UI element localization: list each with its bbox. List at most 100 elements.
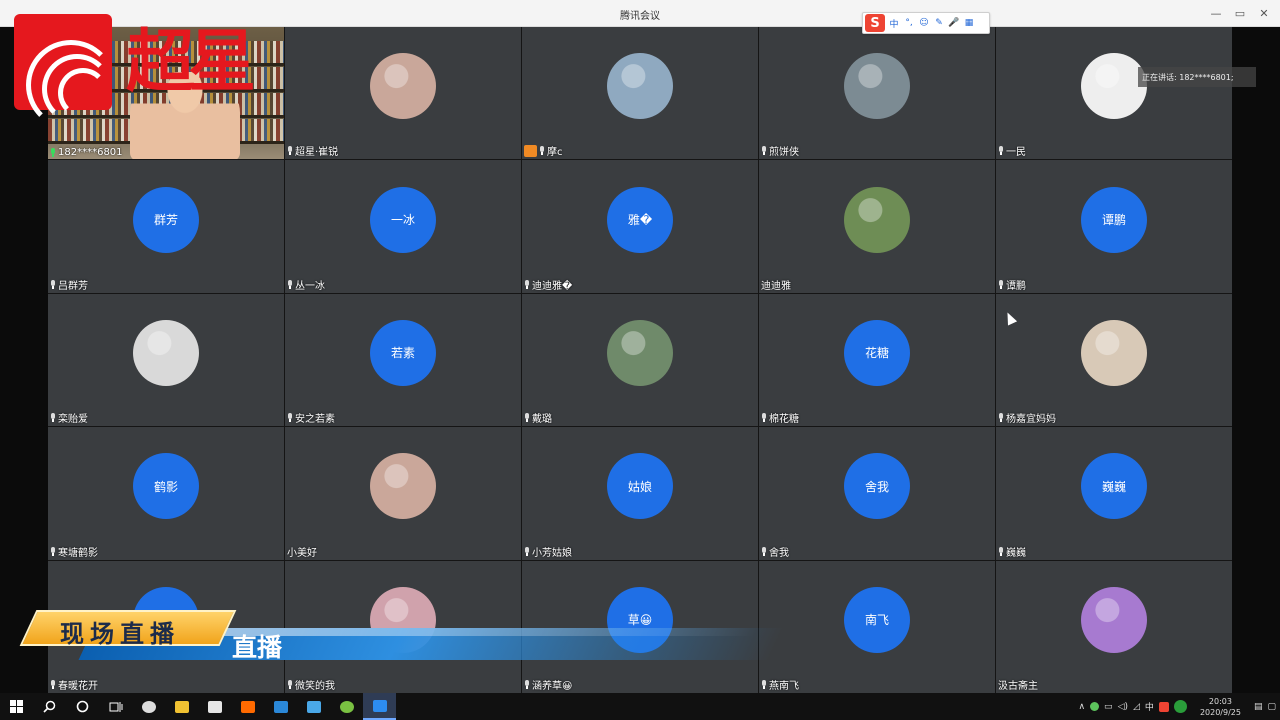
participant-name-label: 摩c: [524, 143, 563, 158]
participant-tile[interactable]: 一冰 丛一冰: [285, 160, 521, 293]
ime-lang[interactable]: 中: [888, 17, 900, 30]
ime-pen-icon[interactable]: ✎: [933, 18, 945, 28]
app-blue-icon[interactable]: [297, 693, 330, 720]
avatar: [844, 53, 910, 120]
app-1-icon[interactable]: [132, 693, 165, 720]
ime-menu-icon[interactable]: ▦: [963, 18, 975, 28]
windows-start-icon[interactable]: [0, 693, 33, 720]
mic-muted-icon: [50, 546, 56, 556]
participant-name: 182****6801: [58, 147, 123, 159]
cortana-icon[interactable]: [66, 693, 99, 720]
action-center-icon[interactable]: ▢: [1267, 702, 1276, 712]
mic-muted-icon: [524, 546, 530, 556]
file-explorer-icon[interactable]: [165, 693, 198, 720]
participant-tile[interactable]: 雅� 迪迪雅�: [522, 160, 758, 293]
participant-tile[interactable]: 群芳吕群芳: [48, 160, 284, 293]
search-icon[interactable]: [33, 693, 66, 720]
ime-emoji-icon[interactable]: ☺: [918, 18, 930, 28]
participant-tile[interactable]: 谭鹏 谭鹏: [996, 160, 1232, 293]
participant-tile[interactable]: 舍我 舍我: [759, 427, 995, 560]
avatar: 雅�: [607, 186, 673, 253]
avatar: 群芳: [133, 186, 199, 253]
participant-name: 棉花糖: [769, 414, 799, 426]
participant-name-label: 182****6801: [50, 147, 123, 158]
participant-tile[interactable]: 迪迪雅: [759, 160, 995, 293]
avatar: [370, 53, 436, 120]
sogou-logo-icon[interactable]: S: [865, 14, 885, 32]
mic-muted-icon: [50, 679, 56, 689]
avatar: [370, 453, 436, 520]
participant-name-label: 谭鹏: [998, 277, 1026, 292]
tray-ime-lang[interactable]: 中: [1145, 700, 1154, 713]
tencent-meeting-icon[interactable]: [363, 693, 396, 720]
participant-name: 汲古斋主: [998, 680, 1038, 692]
participant-name: 摩c: [547, 147, 563, 159]
avatar: 鹤影: [133, 453, 199, 520]
participant-name-label: 微笑的我: [287, 677, 335, 692]
tray-green-icon[interactable]: [1090, 702, 1100, 711]
tray-battery-icon[interactable]: ▭: [1104, 702, 1113, 712]
speaking-indicator: 正在讲话: 182****6801;: [1138, 67, 1256, 87]
participant-tile[interactable]: 花糖 棉花糖: [759, 293, 995, 427]
minimize-button[interactable]: —: [1206, 4, 1226, 22]
mic-muted-icon: [524, 279, 530, 289]
screen: 腾讯会议 — ▭ ✕ 182****6801 超星·崔锐 摩c 煎饼侠 一民 群芳 吕群芳一…: [0, 0, 1280, 720]
participant-tile[interactable]: 杨嘉宜妈妈: [996, 293, 1232, 427]
participant-name-label: 丛一冰: [287, 277, 325, 292]
participant-name: 涵养草😀: [532, 680, 573, 692]
participant-tile[interactable]: 南飞 燕南飞: [759, 560, 995, 693]
mic-muted-icon: [761, 546, 767, 556]
mail-icon[interactable]: [264, 693, 297, 720]
participant-name-label: 煎饼侠: [761, 143, 799, 158]
mic-muted-icon: [50, 279, 56, 289]
participant-tile[interactable]: 汲古斋主: [996, 560, 1232, 693]
mic-muted-icon: [998, 413, 1004, 423]
taskbar: ∧ ▭ ◁) ◿ 中 20:03 2020/9/25 ▤ ▢: [0, 693, 1280, 720]
clock[interactable]: 20:03 2020/9/25: [1200, 696, 1241, 718]
mic-muted-icon: [761, 413, 767, 423]
avatar: [844, 186, 910, 253]
ime-toolbar[interactable]: S 中 °, ☺ ✎ 🎤 ▦: [862, 12, 990, 34]
ime-mic-icon[interactable]: 🎤: [948, 18, 960, 28]
participant-tile[interactable]: 巍巍 巍巍: [996, 427, 1232, 560]
avatar: [1081, 586, 1147, 653]
tray-sogou-icon[interactable]: [1158, 701, 1169, 712]
notepad-icon[interactable]: ▤: [1254, 702, 1263, 712]
live-tag-text: 现场直播: [60, 620, 180, 648]
participant-name-label: 吕群芳: [50, 277, 88, 292]
app-green-icon[interactable]: [330, 693, 363, 720]
participant-tile[interactable]: 一民: [996, 27, 1232, 160]
mic-muted-icon: [524, 679, 530, 689]
avatar: [607, 319, 673, 386]
participant-tile[interactable]: 鹤影 寒塘鹤影: [48, 427, 284, 560]
participant-name: 燕南飞: [769, 680, 799, 692]
participant-tile[interactable]: 戴璐: [522, 293, 758, 427]
system-tray: ∧ ▭ ◁) ◿ 中 20:03 2020/9/25 ▤ ▢: [1078, 693, 1280, 720]
store-icon[interactable]: [198, 693, 231, 720]
mic-muted-icon: [524, 413, 530, 423]
participant-name-label: 燕南飞: [761, 677, 799, 692]
tray-chevron-icon[interactable]: ∧: [1078, 702, 1085, 712]
participant-name-label: 舍我: [761, 544, 789, 559]
participant-tile[interactable]: 煎饼侠: [759, 27, 995, 160]
tray-volume-icon[interactable]: ◁): [1118, 702, 1128, 712]
maximize-button[interactable]: ▭: [1230, 4, 1250, 22]
participant-name-label: 迪迪雅�: [524, 277, 572, 292]
mi-icon[interactable]: [231, 693, 264, 720]
participant-tile[interactable]: 摩c: [522, 27, 758, 160]
ime-punct[interactable]: °,: [903, 18, 915, 28]
close-button[interactable]: ✕: [1254, 4, 1274, 22]
participant-tile[interactable]: 若素 安之若素: [285, 293, 521, 427]
tray-app-icon[interactable]: [1173, 700, 1187, 713]
participant-name-label: 巍巍: [998, 544, 1026, 559]
participant-tile[interactable]: 栾贻爱: [48, 293, 284, 427]
participant-name: 丛一冰: [295, 280, 325, 292]
avatar: 谭鹏: [1081, 186, 1147, 253]
task-view-icon[interactable]: [99, 693, 132, 720]
mic-muted-icon: [287, 679, 293, 689]
participant-tile[interactable]: 超星·崔锐: [285, 27, 521, 160]
participant-tile[interactable]: 小美好: [285, 427, 521, 560]
participant-name-label: 一民: [998, 143, 1026, 158]
tray-network-icon[interactable]: ◿: [1133, 702, 1140, 712]
participant-tile[interactable]: 姑娘 小芳姑娘: [522, 427, 758, 560]
